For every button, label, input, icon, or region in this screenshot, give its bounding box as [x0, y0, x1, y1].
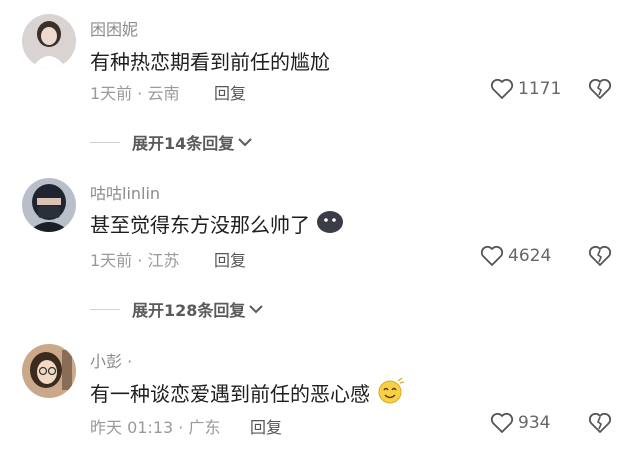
avatar[interactable] [22, 178, 76, 232]
chevron-down-icon [238, 138, 252, 147]
heart-icon [480, 245, 504, 266]
time-location: 昨天 01:13 · 广东 [90, 418, 221, 437]
avatar[interactable] [22, 14, 76, 68]
comment-text: 有一种谈恋爱遇到前任的恶心感 [90, 376, 406, 409]
like-button[interactable]: 934 [490, 412, 550, 434]
broken-heart-icon [588, 412, 612, 433]
username[interactable]: 困困妮 [90, 16, 138, 40]
like-count: 1171 [518, 79, 562, 99]
dislike-button[interactable] [588, 412, 612, 438]
like-button[interactable]: 4624 [480, 245, 551, 267]
reply-button[interactable]: 回复 [250, 414, 282, 438]
broken-heart-icon [588, 245, 612, 266]
reply-button[interactable]: 回复 [214, 80, 246, 104]
comment-text: 甚至觉得东方没那么帅了 [90, 208, 344, 239]
expand-replies-label: 展开128条回复 [132, 301, 246, 320]
like-button[interactable]: 1171 [490, 78, 561, 100]
time-location: 1天前 · 江苏 [90, 251, 180, 270]
comment-text-content: 甚至觉得东方没那么帅了 [90, 213, 310, 237]
like-count: 4624 [508, 246, 552, 266]
like-count: 934 [518, 413, 551, 433]
comment-text-content: 有一种谈恋爱遇到前任的恶心感 [90, 382, 370, 406]
dislike-button[interactable] [588, 78, 612, 104]
dislike-button[interactable] [588, 245, 612, 271]
divider-line [90, 308, 120, 310]
comment-text-content: 有种热恋期看到前任的尴尬 [90, 50, 330, 74]
username[interactable]: 咕咕linlin [90, 180, 160, 204]
reply-button[interactable]: 回复 [214, 247, 246, 271]
username[interactable]: 小彭 · [90, 348, 132, 372]
chevron-down-icon [249, 305, 264, 314]
heart-icon [490, 78, 514, 99]
expand-replies[interactable]: 展开128条回复 [90, 297, 264, 321]
comment-text: 有种热恋期看到前任的尴尬 [90, 46, 330, 75]
squint-smile-emoji-icon [376, 376, 406, 409]
time-location: 1天前 · 云南 [90, 84, 180, 103]
expand-replies[interactable]: 展开14条回复 [90, 130, 253, 154]
expand-replies-label: 展开14条回复 [132, 134, 235, 153]
avatar[interactable] [22, 344, 76, 398]
heart-icon [490, 412, 514, 433]
dark-blob-emoji-icon [316, 208, 344, 239]
divider-line [90, 141, 120, 143]
broken-heart-icon [588, 78, 612, 99]
